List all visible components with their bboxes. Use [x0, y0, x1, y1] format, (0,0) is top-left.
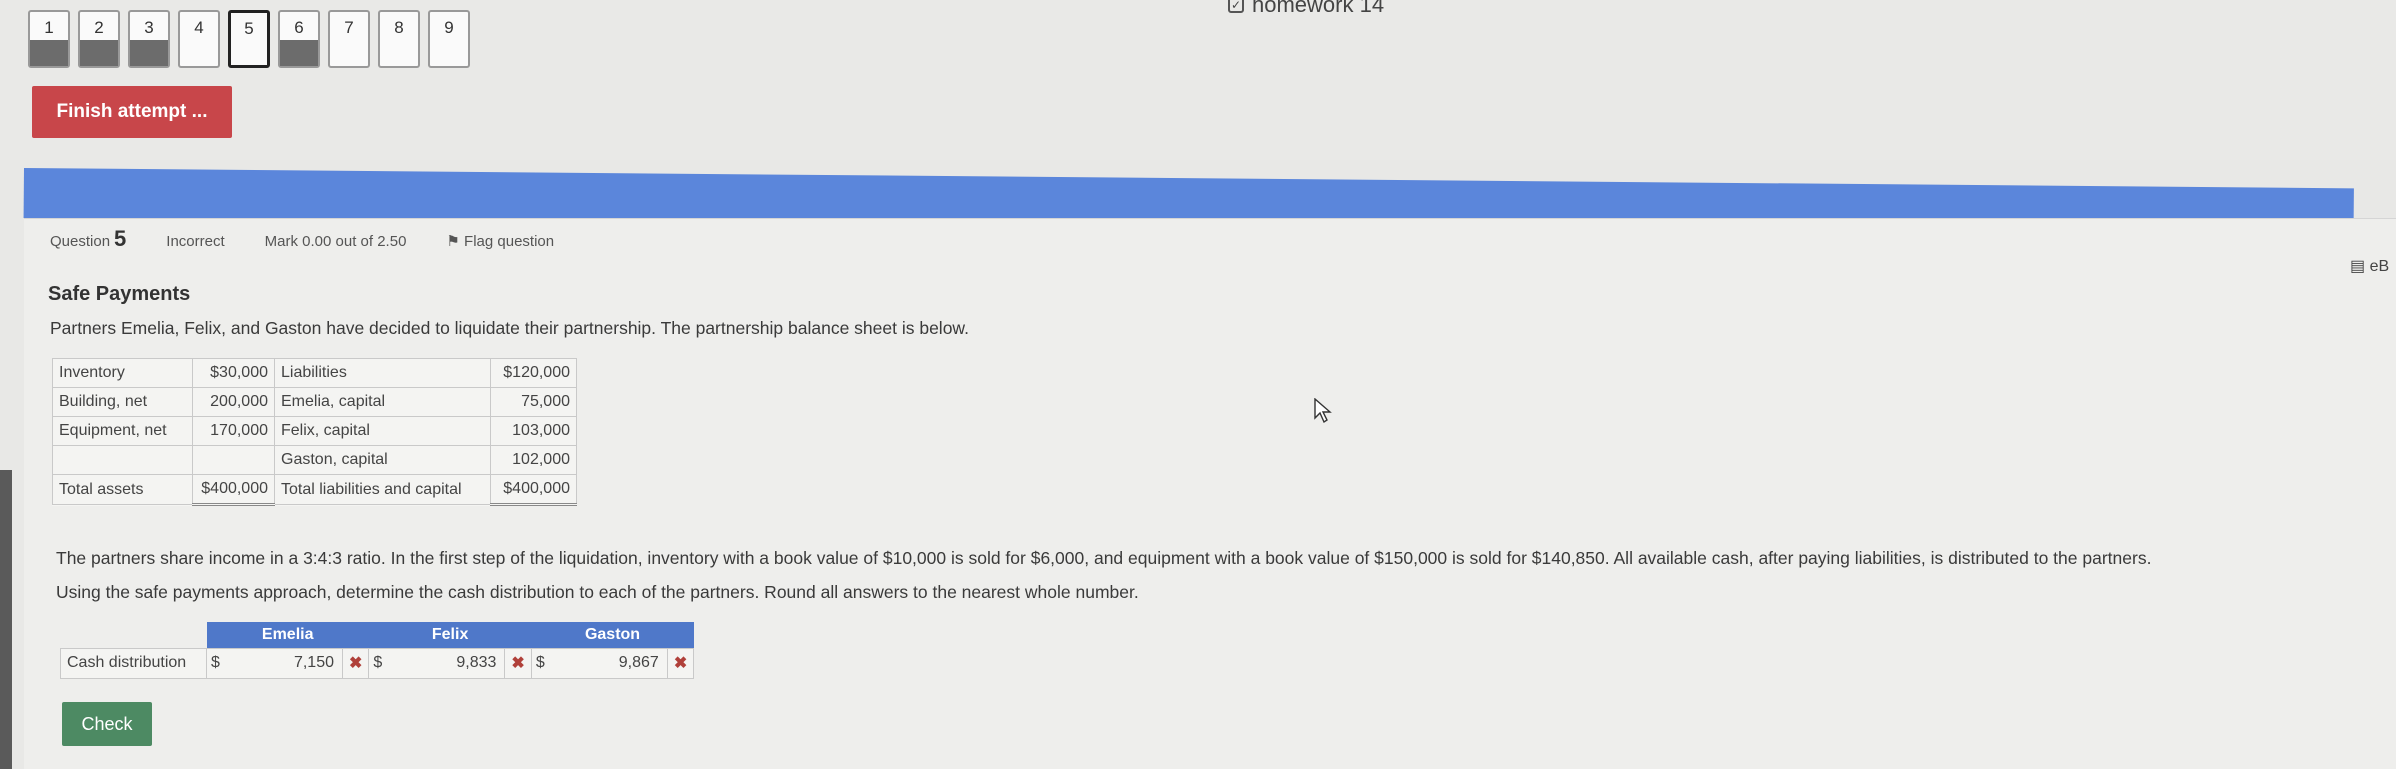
table-row: Cash distribution $ 7,150 ✖ $ 9,833 ✖ $ … — [60, 647, 695, 679]
table-cell: $400,000 — [490, 474, 577, 506]
felix-cash-input[interactable]: 9,833 — [394, 647, 506, 679]
table-cell: Felix, capital — [274, 416, 491, 446]
table-cell — [192, 445, 275, 475]
currency-symbol: $ — [206, 647, 233, 679]
table-cell: Total liabilities and capital — [274, 474, 491, 505]
question-number-value: 5 — [114, 226, 127, 251]
question-nav-label: 2 — [94, 18, 104, 37]
question-intro: Partners Emelia, Felix, and Gaston have … — [50, 318, 969, 338]
emelia-cash-input[interactable]: 7,150 — [232, 647, 343, 679]
book-icon: ▤ — [2350, 258, 2366, 275]
cash-distribution-table: Emelia Felix Gaston Cash distribution $ … — [60, 622, 695, 679]
currency-symbol: $ — [530, 647, 558, 679]
question-nav-label: 8 — [394, 18, 404, 37]
question-nav-label: 4 — [194, 18, 204, 37]
table-cell: Total assets — [52, 474, 193, 505]
question-nav-button-9[interactable]: 9 — [428, 10, 470, 68]
question-nav-label: 3 — [144, 18, 154, 37]
question-nav-button-3[interactable]: 3 — [128, 10, 170, 68]
table-cell: 103,000 — [490, 416, 577, 446]
question-info-bar: Question 5 Incorrect Mark 0.00 out of 2.5… — [50, 226, 554, 252]
currency-symbol: $ — [368, 647, 395, 679]
table-cell: 170,000 — [192, 416, 275, 446]
question-nav-label: 1 — [44, 18, 54, 37]
table-header-emelia: Emelia — [206, 622, 369, 648]
question-paragraph-2: Using the safe payments approach, determ… — [56, 582, 1139, 602]
screen-edge-shadow — [0, 470, 12, 769]
table-row: Total assets $400,000 Total liabilities … — [52, 474, 577, 506]
table-row: Gaston, capital 102,000 — [52, 445, 577, 475]
question-prefix: Question — [50, 233, 111, 250]
table-header-gaston: Gaston — [531, 622, 694, 648]
flag-icon: ⚑ — [446, 233, 460, 250]
cash-distribution-label: Cash distribution — [60, 647, 207, 679]
flag-question-link[interactable]: ⚑ Flag question — [446, 232, 554, 250]
mouse-cursor-icon — [1314, 397, 1332, 429]
incorrect-icon: ✖ — [342, 647, 370, 679]
table-header-blank — [61, 622, 207, 648]
table-cell: $400,000 — [192, 474, 275, 506]
table-cell: Equipment, net — [52, 416, 193, 446]
question-number: Question 5 — [50, 226, 126, 252]
incorrect-icon: ✖ — [504, 647, 532, 679]
table-cell: Building, net — [52, 387, 193, 417]
finish-attempt-button[interactable]: Finish attempt ... — [32, 86, 232, 138]
ebook-link[interactable]: ▤ eB — [2350, 256, 2389, 276]
table-row: Building, net 200,000 Emelia, capital 75… — [52, 387, 577, 417]
balance-sheet-table: Inventory $30,000 Liabilities $120,000 B… — [52, 358, 577, 506]
quiz-title: ✓ homework 14 — [1228, 0, 1384, 18]
table-cell: Gaston, capital — [274, 445, 491, 475]
question-paragraph-1: The partners share income in a 3:4:3 rat… — [56, 548, 2152, 568]
table-cell: Emelia, capital — [274, 387, 491, 417]
checkbox-icon: ✓ — [1228, 0, 1244, 13]
table-cell: Liabilities — [274, 358, 491, 388]
table-header-felix: Felix — [368, 622, 532, 648]
table-row: Inventory $30,000 Liabilities $120,000 — [52, 358, 577, 388]
incorrect-icon: ✖ — [667, 647, 695, 679]
table-cell: $30,000 — [192, 358, 275, 388]
question-nav-button-8[interactable]: 8 — [378, 10, 420, 68]
question-status: Incorrect — [166, 233, 225, 250]
question-nav-button-7[interactable]: 7 — [328, 10, 370, 68]
ebook-label: eB — [2369, 258, 2390, 275]
table-cell: 200,000 — [192, 387, 275, 417]
question-heading: Safe Payments — [48, 283, 191, 305]
table-cell: $120,000 — [490, 358, 577, 388]
table-cell — [52, 445, 193, 475]
table-header-row: Emelia Felix Gaston — [61, 622, 694, 648]
table-row: Equipment, net 170,000 Felix, capital 10… — [52, 416, 577, 446]
question-nav-label: 6 — [294, 18, 304, 37]
gaston-cash-input[interactable]: 9,867 — [557, 647, 668, 679]
table-cell: 102,000 — [490, 445, 577, 475]
question-mark: Mark 0.00 out of 2.50 — [264, 233, 407, 250]
table-cell: 75,000 — [490, 387, 577, 417]
quiz-title-text: homework 14 — [1252, 0, 1385, 17]
question-nav-button-2[interactable]: 2 — [78, 10, 120, 68]
table-cell: Inventory — [52, 358, 193, 388]
question-nav-label: 5 — [244, 19, 254, 38]
question-nav-button-6[interactable]: 6 — [278, 10, 320, 68]
check-button[interactable]: Check — [62, 702, 152, 746]
flag-question-label: Flag question — [464, 233, 555, 250]
question-nav-label: 9 — [444, 18, 454, 37]
question-nav-button-5[interactable]: 5 — [228, 10, 270, 68]
question-navigation: 1 2 3 4 5 6 7 8 9 — [28, 10, 470, 68]
question-nav-button-4[interactable]: 4 — [178, 10, 220, 68]
question-nav-button-1[interactable]: 1 — [28, 10, 70, 68]
question-nav-label: 7 — [344, 18, 354, 37]
